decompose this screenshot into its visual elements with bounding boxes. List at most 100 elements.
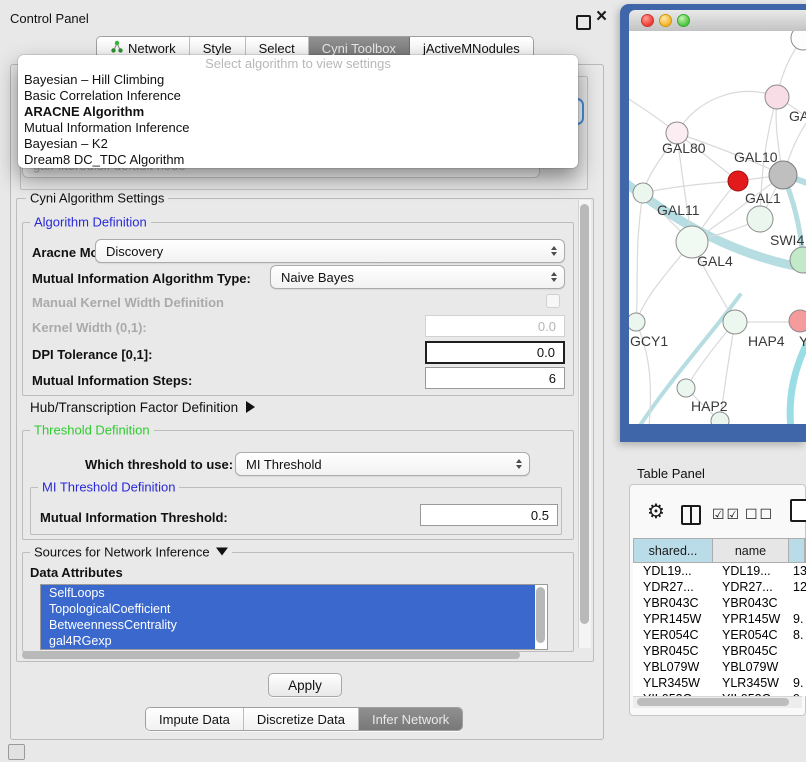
manual-kernel-width-checkbox[interactable] bbox=[546, 294, 560, 308]
table-cell[interactable]: 9. bbox=[788, 611, 806, 627]
mi-threshold-value: 0.5 bbox=[531, 508, 549, 523]
table-row[interactable]: YDR27...YDR27...12 bbox=[633, 579, 806, 595]
network-node-gal1[interactable] bbox=[747, 206, 773, 232]
data-attribute-item[interactable]: gal4RGexp bbox=[41, 633, 535, 649]
table-cell[interactable]: YDL19... bbox=[712, 563, 788, 579]
node-label: HAP2 bbox=[691, 398, 728, 414]
network-tab-icon bbox=[110, 40, 123, 56]
kernel-width-field[interactable]: 0.0 bbox=[425, 315, 565, 337]
algorithm-option[interactable]: Basic Correlation Inference bbox=[18, 88, 578, 104]
node-label: GAL11 bbox=[657, 202, 700, 218]
tab-impute-data[interactable]: Impute Data bbox=[146, 708, 244, 730]
table-cell[interactable]: YPR145W bbox=[633, 611, 712, 627]
settings-horizontal-scrollbar-thumb[interactable] bbox=[22, 651, 520, 659]
table-cell[interactable]: YBL079W bbox=[712, 659, 788, 675]
algorithm-option[interactable]: Bayesian – Hill Climbing bbox=[18, 72, 578, 88]
data-attribute-item[interactable]: TopologicalCoefficient bbox=[41, 601, 535, 617]
table-cell[interactable]: 9. bbox=[788, 675, 806, 691]
mi-algorithm-type-value: Naive Bayes bbox=[281, 270, 354, 285]
column-header[interactable]: shared... bbox=[634, 539, 713, 562]
algorithm-option[interactable]: Mutual Information Inference bbox=[18, 120, 578, 136]
which-threshold-value: MI Threshold bbox=[246, 457, 322, 472]
checked-boxes-icon[interactable]: ☑☑ bbox=[712, 506, 741, 523]
mi-threshold-field[interactable]: 0.5 bbox=[420, 504, 558, 526]
table-horizontal-scrollbar-thumb[interactable] bbox=[637, 698, 789, 706]
document-icon[interactable] bbox=[790, 499, 806, 522]
table-cell[interactable]: YDR27... bbox=[633, 579, 712, 595]
column-header[interactable]: name bbox=[713, 539, 789, 562]
table-cell[interactable]: YER054C bbox=[633, 627, 712, 643]
dpi-tolerance-field[interactable]: 0.0 bbox=[425, 341, 565, 364]
close-panel-icon[interactable]: × bbox=[596, 6, 607, 28]
table-cell[interactable]: YLR345W bbox=[633, 675, 712, 691]
node-label: HAP4 bbox=[748, 333, 785, 349]
table-row[interactable]: YBR043CYBR043C bbox=[633, 595, 806, 611]
data-attribute-item[interactable]: BetweennessCentrality bbox=[41, 617, 535, 633]
table-cell[interactable] bbox=[788, 643, 806, 659]
table-row[interactable]: YER054CYER054C8. bbox=[633, 627, 806, 643]
hub-definition-toggle[interactable]: Hub/Transcription Factor Definition bbox=[30, 400, 255, 415]
algorithm-option[interactable]: ARACNE Algorithm bbox=[18, 104, 578, 120]
expand-arrow-icon bbox=[246, 401, 255, 413]
unchecked-boxes-icon[interactable]: ☐☐ bbox=[745, 506, 774, 523]
table-cell[interactable]: YBR043C bbox=[633, 595, 712, 611]
sources-title[interactable]: Sources for Network Inference bbox=[30, 545, 232, 560]
column-header[interactable] bbox=[789, 539, 805, 562]
network-node-y[interactable] bbox=[789, 310, 806, 332]
kernel-width-value: 0.0 bbox=[538, 319, 556, 334]
aracne-mode-combo[interactable]: Discovery bbox=[95, 239, 565, 263]
collapsed-panel-icon[interactable] bbox=[8, 744, 25, 760]
split-columns-icon[interactable] bbox=[681, 505, 701, 525]
apply-button[interactable]: Apply bbox=[268, 673, 342, 697]
data-attributes-list[interactable]: SelfLoopsTopologicalCoefficientBetweenne… bbox=[40, 584, 548, 650]
network-node[interactable] bbox=[728, 171, 748, 191]
network-node[interactable] bbox=[791, 31, 806, 50]
network-node-hap2[interactable] bbox=[677, 379, 695, 397]
list-scrollbar[interactable] bbox=[536, 587, 545, 647]
table-row[interactable]: YDL19...YDL19...13 bbox=[633, 563, 806, 579]
algorithm-option[interactable]: Dream8 DC_TDC Algorithm bbox=[18, 152, 578, 168]
zoom-window-icon[interactable] bbox=[677, 14, 690, 27]
tab-label: jActiveMNodules bbox=[423, 41, 520, 56]
table-cell[interactable]: YBL079W bbox=[633, 659, 712, 675]
network-node-hap4[interactable] bbox=[723, 310, 747, 334]
network-node-gcy1[interactable] bbox=[629, 313, 645, 331]
minimize-window-icon[interactable] bbox=[659, 14, 672, 27]
float-window-icon[interactable] bbox=[576, 15, 591, 30]
table-cell[interactable]: YBR043C bbox=[712, 595, 788, 611]
table-cell[interactable]: YDR27... bbox=[712, 579, 788, 595]
data-attribute-item[interactable]: SelfLoops bbox=[41, 585, 535, 601]
table-cell[interactable]: YBR045C bbox=[633, 643, 712, 659]
mi-algorithm-type-combo[interactable]: Naive Bayes bbox=[270, 265, 565, 289]
table-cell[interactable]: YBR045C bbox=[712, 643, 788, 659]
table-cell[interactable]: YER054C bbox=[712, 627, 788, 643]
network-canvas[interactable]: GAL7GAL80GAL10GAL1GAL11GAL4SWI4GCY1HAP4Y… bbox=[629, 31, 806, 424]
network-node-gal11[interactable] bbox=[633, 183, 653, 203]
table-cell[interactable] bbox=[788, 595, 806, 611]
tab-discretize-data[interactable]: Discretize Data bbox=[244, 708, 359, 730]
which-threshold-combo[interactable]: MI Threshold bbox=[235, 452, 530, 476]
algorithm-option[interactable]: Bayesian – K2 bbox=[18, 136, 578, 152]
table-cell[interactable] bbox=[788, 659, 806, 675]
network-node-gal10[interactable] bbox=[769, 161, 797, 189]
table-row[interactable]: YBR045CYBR045C bbox=[633, 643, 806, 659]
table-cell[interactable]: YPR145W bbox=[712, 611, 788, 627]
tab-label: Impute Data bbox=[159, 712, 230, 727]
close-window-icon[interactable] bbox=[641, 14, 654, 27]
table-cell[interactable]: YLR345W bbox=[712, 675, 788, 691]
network-node-gal7[interactable] bbox=[765, 85, 789, 109]
tab-infer-network[interactable]: Infer Network bbox=[359, 708, 462, 730]
tab-label: Infer Network bbox=[372, 712, 449, 727]
gear-icon[interactable]: ⚙ bbox=[647, 502, 665, 522]
table-cell[interactable]: 13 bbox=[788, 563, 806, 579]
network-window-titlebar[interactable] bbox=[629, 10, 806, 32]
table-cell[interactable]: 8. bbox=[788, 627, 806, 643]
table-cell[interactable]: YDL19... bbox=[633, 563, 712, 579]
settings-vertical-scrollbar-thumb[interactable] bbox=[580, 204, 589, 624]
hub-definition-label: Hub/Transcription Factor Definition bbox=[30, 400, 238, 415]
table-cell[interactable]: 12 bbox=[788, 579, 806, 595]
table-row[interactable]: YBL079WYBL079W bbox=[633, 659, 806, 675]
mi-steps-field[interactable]: 6 bbox=[425, 367, 565, 389]
table-row[interactable]: YLR345WYLR345W9. bbox=[633, 675, 806, 691]
table-row[interactable]: YPR145WYPR145W9. bbox=[633, 611, 806, 627]
